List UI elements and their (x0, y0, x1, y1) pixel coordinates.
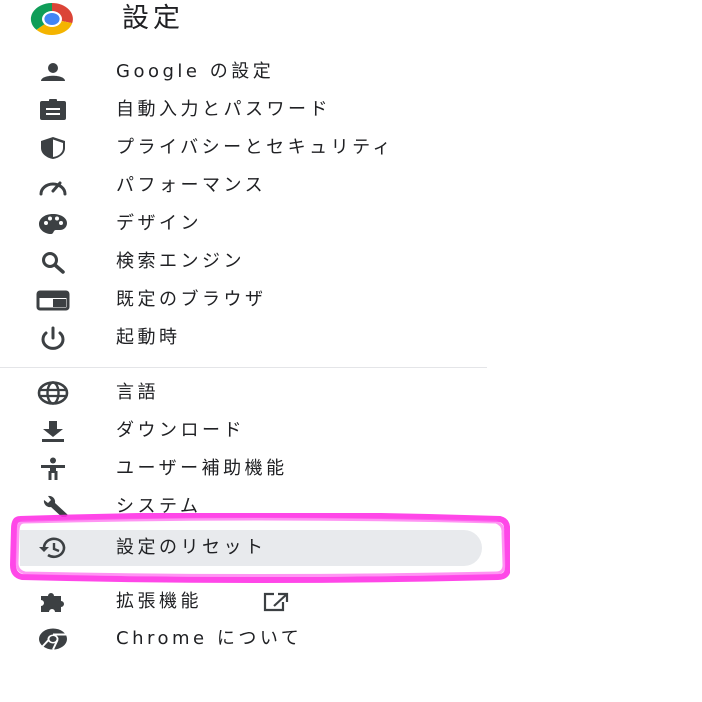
sidebar-item-label: プライバシーとセキュリティ (116, 137, 395, 158)
speedometer-icon (36, 174, 70, 198)
sidebar-item-label: 自動入力とパスワード (116, 99, 331, 120)
restore-icon (36, 536, 70, 560)
open-in-new-icon[interactable] (262, 592, 292, 612)
sidebar-item-label: 設定のリセット (116, 537, 267, 558)
sidebar-item-label: Google の設定 (116, 61, 275, 82)
sidebar-item-performance[interactable]: パフォーマンス (0, 168, 490, 204)
sidebar-item-about-chrome[interactable]: Chrome について (0, 621, 490, 657)
accessibility-icon (36, 457, 70, 481)
sidebar-item-reset-settings[interactable]: 設定のリセット (0, 530, 490, 566)
chrome-outline-icon (36, 627, 70, 651)
sidebar-item-label: ユーザー補助機能 (116, 458, 288, 479)
settings-header: 設定 (0, 0, 702, 44)
person-icon (36, 60, 70, 84)
shield-icon (36, 136, 70, 160)
sidebar-item-label: 起動時 (116, 327, 181, 348)
sidebar-item-label: 既定のブラウザ (116, 289, 267, 310)
browser-window-icon (36, 288, 70, 312)
sidebar-item-google-settings[interactable]: Google の設定 (0, 54, 490, 90)
sidebar-item-privacy[interactable]: プライバシーとセキュリティ (0, 130, 490, 166)
settings-page: 設定 Google の設定 自動入力とパスワード プライバシーとセキュリティ パ… (0, 0, 702, 702)
globe-icon (36, 381, 70, 405)
sidebar-item-accessibility[interactable]: ユーザー補助機能 (0, 451, 490, 487)
sidebar-item-label: 言語 (116, 382, 159, 403)
sidebar-item-label: 拡張機能 (116, 591, 202, 612)
sidebar-item-label: パフォーマンス (116, 175, 267, 196)
chrome-logo-icon (29, 1, 75, 37)
sidebar-item-on-startup[interactable]: 起動時 (0, 320, 490, 356)
download-icon (36, 419, 70, 443)
sidebar-item-label: Chrome について (116, 628, 303, 649)
sidebar-item-label: ダウンロード (116, 420, 245, 441)
sidebar-item-label: デザイン (116, 213, 202, 234)
page-title: 設定 (122, 3, 184, 34)
sidebar-item-autofill[interactable]: 自動入力とパスワード (0, 92, 490, 128)
wrench-icon (36, 495, 70, 517)
palette-icon (36, 212, 70, 236)
sidebar-item-label: システム (116, 496, 202, 517)
clipboard-icon (36, 98, 70, 122)
sidebar-item-extensions[interactable]: 拡張機能 (0, 584, 490, 620)
sidebar-item-appearance[interactable]: デザイン (0, 206, 490, 242)
power-icon (36, 326, 70, 350)
sidebar-item-languages[interactable]: 言語 (0, 375, 490, 411)
sidebar-item-downloads[interactable]: ダウンロード (0, 413, 490, 449)
puzzle-icon (36, 590, 70, 614)
sidebar-item-label: 検索エンジン (116, 251, 245, 272)
sidebar-item-default-browser[interactable]: 既定のブラウザ (0, 282, 490, 318)
sidebar-item-system[interactable]: システム (0, 489, 490, 517)
sidebar-item-search-engine[interactable]: 検索エンジン (0, 244, 490, 280)
search-icon (36, 250, 70, 274)
sidebar-divider (0, 367, 487, 368)
